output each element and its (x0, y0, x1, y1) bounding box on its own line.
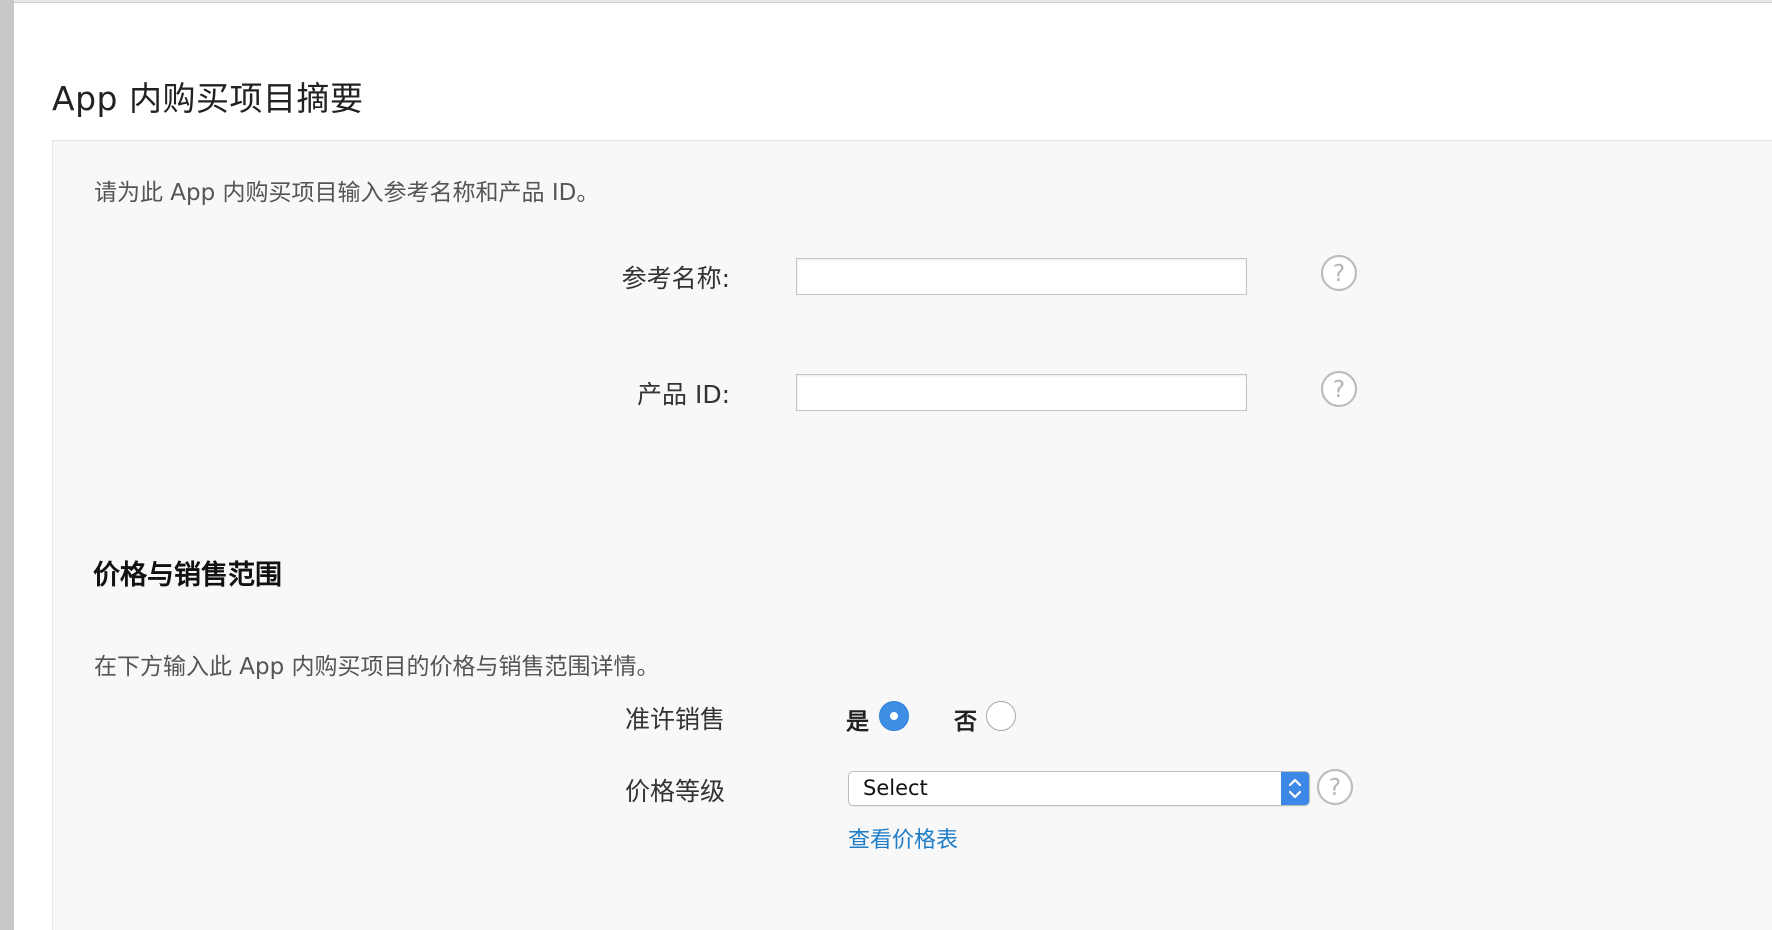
product-id-help-icon[interactable]: ? (1320, 370, 1358, 408)
reference-name-label: 参考名称: (621, 264, 730, 293)
window-top-border (14, 0, 1772, 3)
window-left-border (0, 0, 14, 930)
svg-text:?: ? (1333, 261, 1345, 287)
page-title: App 内购买项目摘要 (52, 79, 364, 118)
svg-text:?: ? (1329, 775, 1341, 801)
pricing-section-description: 在下方输入此 App 内购买项目的价格与销售范围详情。 (94, 654, 660, 680)
cleared-for-sale-label: 准许销售 (624, 705, 725, 734)
cleared-yes-label: 是 (846, 709, 869, 735)
cleared-yes-radio[interactable] (879, 701, 909, 731)
price-tier-select-value: Select (863, 776, 928, 800)
product-id-input[interactable] (796, 374, 1247, 411)
price-tier-select[interactable]: Select (848, 771, 1310, 806)
summary-intro-text: 请为此 App 内购买项目输入参考名称和产品 ID。 (94, 180, 600, 206)
reference-name-help-icon[interactable]: ? (1320, 254, 1358, 292)
price-tier-help-icon[interactable]: ? (1316, 768, 1354, 806)
cleared-no-radio[interactable] (986, 701, 1016, 731)
svg-text:?: ? (1333, 377, 1345, 403)
chevron-up-down-icon (1281, 772, 1309, 805)
pricing-section-heading: 价格与销售范围 (93, 560, 282, 591)
summary-panel: 请为此 App 内购买项目输入参考名称和产品 ID。 参考名称: ? 产品 ID… (52, 140, 1772, 930)
reference-name-input[interactable] (796, 258, 1247, 295)
product-id-label: 产品 ID: (637, 380, 730, 409)
view-price-matrix-link[interactable]: 查看价格表 (848, 822, 958, 854)
cleared-no-label: 否 (954, 709, 977, 735)
price-tier-label: 价格等级 (624, 777, 725, 806)
